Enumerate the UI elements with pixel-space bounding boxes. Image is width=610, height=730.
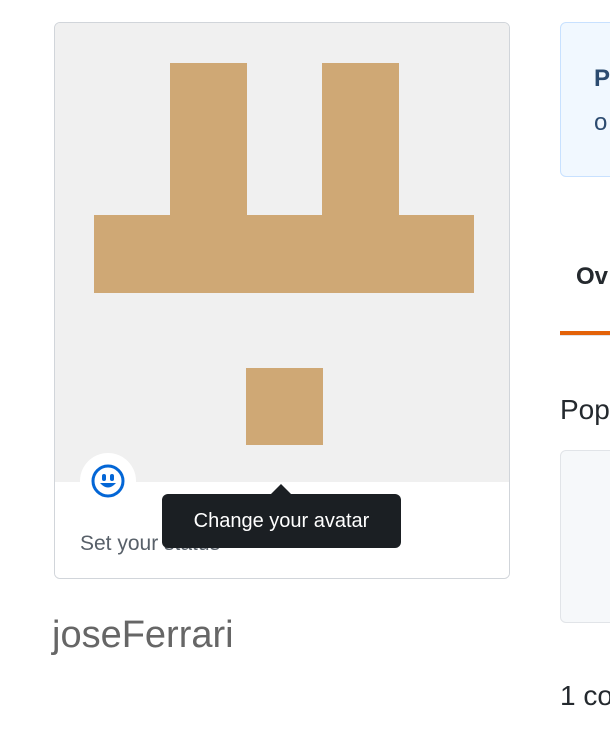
smiley-icon — [91, 464, 125, 498]
tooltip-arrow — [271, 484, 291, 494]
avatar-image[interactable] — [55, 23, 509, 482]
notice-subtitle: o — [594, 109, 608, 136]
status-emoji-button[interactable] — [80, 453, 136, 509]
identicon-block — [94, 215, 474, 293]
tab-divider — [560, 335, 610, 336]
change-avatar-tooltip: Change your avatar — [162, 494, 401, 548]
identicon-block — [246, 368, 323, 445]
contributions-count: 1 co — [560, 680, 610, 711]
identicon-block — [322, 63, 399, 215]
notice-box: P o — [560, 22, 610, 177]
profile-username: joseFerrari — [52, 614, 234, 656]
tab-overview[interactable]: Ov — [576, 263, 608, 291]
popular-repositories-heading: Pop — [560, 394, 610, 425]
pinned-repo-card[interactable] — [560, 450, 610, 623]
notice-title: P — [594, 65, 610, 92]
identicon-block — [170, 63, 247, 215]
